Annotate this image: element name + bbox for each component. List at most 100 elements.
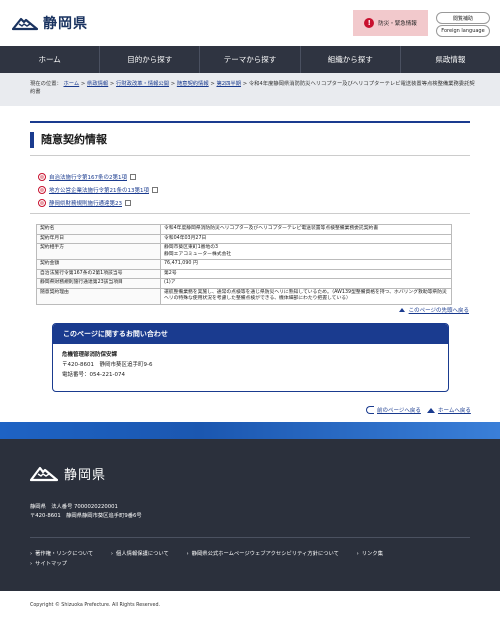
language-button[interactable]: Foreign language	[436, 25, 490, 37]
footer-link-label[interactable]: サイトマップ	[35, 561, 67, 567]
footer-link[interactable]: › 個人情報保護について	[111, 551, 169, 557]
table-key: 契約相手方	[36, 243, 161, 260]
nav-item-govt-info[interactable]: 県政情報	[401, 46, 500, 73]
back-link[interactable]: 前のページへ戻る	[366, 406, 421, 414]
law-link[interactable]: 自治法施行令第167条の2第1項	[49, 173, 127, 181]
site-footer: 静岡県 静岡県 法人番号 7000020220001 〒420-8601 静岡県…	[0, 439, 500, 591]
document-icon	[38, 185, 46, 194]
contact-phone: 電話番号：054-221-074	[62, 372, 125, 378]
breadcrumb-prefix: 現在の位置：	[30, 81, 62, 87]
emergency-info-button[interactable]: ! 防災・緊急情報	[353, 10, 428, 36]
document-icon	[38, 172, 46, 181]
law-links: 自治法施行令第167条の2第1項 地方公営企業法施行令第21条の13第1項 静岡…	[38, 170, 158, 209]
footer-link[interactable]: › サイトマップ	[30, 561, 67, 567]
law-link[interactable]: 地方公営企業法施行令第21条の13第1項	[49, 186, 149, 194]
breadcrumb: 現在の位置： ホーム > 県政情報 > 行財政改革・情報公開 > 随意契約情報 …	[30, 81, 475, 95]
mount-fuji-icon	[30, 466, 58, 482]
footer-link-label[interactable]: 個人情報保護について	[116, 551, 169, 557]
breadcrumb-link[interactable]: 随意契約情報	[177, 81, 209, 87]
chevron-right-icon: ›	[30, 551, 33, 557]
back-label[interactable]: 前のページへ戻る	[377, 406, 421, 414]
divider	[30, 155, 470, 156]
table-row: 契約相手方 静岡市葵区東町1番地の3 静岡エアコミューター株式会社	[36, 243, 452, 260]
contract-table: 契約名 令和4年度静岡県消防防災ヘリコプター及びヘリコプターテレビ電送装置等点検…	[36, 224, 452, 305]
document-icon	[38, 198, 46, 207]
divider	[30, 213, 470, 214]
copyright: Copyright © Shizuoka Prefecture. All Rig…	[30, 603, 161, 608]
emergency-label: 防災・緊急情報	[378, 21, 417, 27]
home-link[interactable]: ホームへ戻る	[427, 406, 471, 414]
footer-links: › 著作権・リンクについて › 個人情報保護について › 静岡県公式ホームページウェブ…	[30, 549, 475, 569]
table-key: 契約金額	[36, 259, 161, 270]
back-arrow-icon	[366, 406, 374, 414]
table-key: 契約年月日	[36, 233, 161, 244]
table-value: 令和4年度静岡県消防防災ヘリコプター及びヘリコプターテレビ電送装置等点検整備業務…	[160, 224, 452, 235]
page-top-link[interactable]: このページの先頭へ戻る	[398, 306, 469, 314]
footer-link[interactable]: › 静岡県公式ホームページウェブアクセシビリティ方針について	[187, 551, 339, 557]
home-label[interactable]: ホームへ戻る	[438, 406, 471, 414]
title-rule	[30, 121, 470, 123]
breadcrumb-link[interactable]: 県政情報	[87, 81, 108, 87]
divider	[30, 537, 470, 538]
table-key: 自治法施行令第167条の2第1項該当号	[36, 268, 161, 279]
footer-logo[interactable]: 静岡県	[30, 463, 106, 483]
breadcrumb-link[interactable]: ホーム	[63, 81, 79, 87]
table-row: 自治法施行令第167条の2第1項該当号 第2号	[36, 268, 452, 279]
contact-body: 危機管理部消防保安課 〒420-8601 静岡市葵区追手町9-6 電話番号：05…	[53, 344, 448, 386]
nav-item-organization[interactable]: 組織から探す	[301, 46, 401, 73]
chevron-right-icon: ›	[110, 551, 114, 557]
external-link-icon	[152, 186, 158, 193]
site-header: 静岡県 ! 防災・緊急情報 閲覧補助 Foreign language	[0, 0, 500, 46]
contrast-button[interactable]: 閲覧補助	[436, 12, 490, 24]
footer-address: 静岡県 法人番号 7000020220001 〒420-8601 静岡県静岡市葵…	[30, 503, 142, 521]
footer-link-label[interactable]: 著作権・リンクについて	[35, 551, 93, 557]
table-row: 契約年月日 令和04年03月27日	[36, 233, 452, 244]
table-value: 令和04年03月27日	[160, 233, 452, 244]
nav-item-home[interactable]: ホーム	[0, 46, 101, 73]
nav-item-theme[interactable]: テーマから探す	[200, 46, 301, 73]
table-value: 76,471,090 円	[160, 259, 452, 270]
table-key: 随意契約理由	[36, 287, 161, 305]
contact-dept: 危機管理部消防保安課	[62, 352, 118, 358]
global-nav: ホーム 目的から探す テーマから探す 組織から探す 県政情報	[0, 46, 500, 73]
chevron-right-icon: ›	[356, 551, 359, 557]
corp-number: 静岡県 法人番号 7000020220001	[30, 504, 118, 510]
table-row: 契約金額 76,471,090 円	[36, 259, 452, 270]
table-value: 第2号	[160, 268, 452, 279]
site-name: 静岡県	[43, 16, 88, 32]
breadcrumb-link[interactable]: 第2四半期	[216, 81, 241, 87]
footer-gradient-band	[0, 422, 500, 439]
contact-heading: このページに関するお問い合わせ	[53, 324, 448, 344]
page-top-label[interactable]: このページの先頭へ戻る	[409, 306, 469, 314]
alert-icon: !	[364, 18, 375, 28]
postal-address: 〒420-8601 静岡県静岡市葵区追手町9番6号	[30, 513, 142, 519]
table-value: 運航整備業務を実施し、通常の点検等を通じ県防災ヘリに熟知しているため。（AW13…	[160, 287, 452, 305]
contact-address: 〒420-8601 静岡市葵区追手町9-6	[62, 362, 153, 368]
footer-site-name: 静岡県	[64, 467, 107, 483]
list-item: 自治法施行令第167条の2第1項	[38, 170, 158, 183]
contact-box: このページに関するお問い合わせ 危機管理部消防保安課 〒420-8601 静岡市…	[52, 323, 449, 392]
footer-link-label[interactable]: 静岡県公式ホームページウェブアクセシビリティ方針について	[192, 551, 339, 557]
external-link-icon	[125, 199, 131, 206]
site-logo[interactable]: 静岡県	[12, 13, 88, 33]
law-link[interactable]: 静岡県財務規則施行通達第23	[49, 199, 122, 207]
mount-fuji-icon	[12, 17, 38, 31]
breadcrumb-link[interactable]: 行財政改革・情報公開	[116, 81, 169, 87]
nav-item-purpose[interactable]: 目的から探す	[100, 46, 201, 73]
footer-link[interactable]: › 著作権・リンクについて	[30, 551, 93, 557]
table-key: 静岡県財務規則施行通達第23該当項目	[36, 278, 161, 289]
table-row: 静岡県財務規則施行通達第23該当項目 (1)ア	[36, 278, 452, 289]
list-item: 静岡県財務規則施行通達第23	[38, 196, 158, 209]
table-value: 静岡市葵区東町1番地の3 静岡エアコミューター株式会社	[160, 243, 452, 260]
footer-link[interactable]: › リンク集	[357, 551, 383, 557]
table-row: 契約名 令和4年度静岡県消防防災ヘリコプター及びヘリコプターテレビ電送装置等点検…	[36, 224, 452, 235]
table-value: (1)ア	[160, 278, 452, 289]
chevron-right-icon: ›	[30, 561, 33, 567]
table-row: 随意契約理由 運航整備業務を実施し、通常の点検等を通じ県防災ヘリに熟知しているた…	[36, 287, 452, 305]
list-item: 地方公営企業法施行令第21条の13第1項	[38, 183, 158, 196]
triangle-up-icon	[398, 308, 405, 312]
footer-link-label[interactable]: リンク集	[362, 551, 383, 557]
table-key: 契約名	[36, 224, 161, 235]
page-title: 随意契約情報	[30, 132, 107, 148]
home-icon	[427, 407, 435, 413]
